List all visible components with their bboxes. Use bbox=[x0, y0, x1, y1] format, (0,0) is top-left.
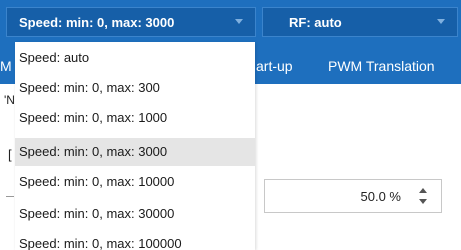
speed-range-select-value: Speed: min: 0, max: 3000 bbox=[19, 14, 175, 30]
speed-range-select[interactable]: Speed: min: 0, max: 3000 bbox=[6, 7, 256, 37]
partial-label: 'N bbox=[4, 93, 15, 107]
dropdown-option[interactable]: Speed: min: 0, max: 1000 bbox=[15, 104, 255, 132]
divider bbox=[6, 196, 14, 197]
partial-label: [ bbox=[8, 147, 12, 162]
dropdown-option-selected[interactable]: Speed: min: 0, max: 3000 bbox=[15, 138, 255, 166]
tab-startup[interactable]: art-up bbox=[256, 58, 293, 74]
tab-pwm-translation[interactable]: PWM Translation bbox=[328, 58, 435, 74]
tab-partial-left[interactable]: M bbox=[0, 58, 12, 74]
percent-spinbox[interactable]: 50.0 % bbox=[264, 179, 442, 213]
rf-select-value: RF: auto bbox=[289, 14, 342, 30]
chevron-down-icon bbox=[235, 19, 243, 24]
chevron-down-icon bbox=[437, 19, 445, 24]
dropdown-option[interactable]: Speed: min: 0, max: 100000 bbox=[15, 230, 255, 250]
dropdown-option[interactable]: Speed: min: 0, max: 30000 bbox=[15, 200, 255, 228]
spin-down-icon[interactable] bbox=[419, 199, 427, 204]
speed-range-dropdown: Speed: auto Speed: min: 0, max: 300 Spee… bbox=[15, 42, 255, 250]
app-window: Speed: min: 0, max: 3000 RF: auto M art-… bbox=[0, 0, 461, 250]
rf-select[interactable]: RF: auto bbox=[262, 7, 458, 37]
dropdown-option[interactable]: Speed: min: 0, max: 10000 bbox=[15, 168, 255, 196]
dropdown-option[interactable]: Speed: auto bbox=[15, 44, 255, 72]
percent-spinbox-value: 50.0 % bbox=[360, 189, 401, 204]
dropdown-option[interactable]: Speed: min: 0, max: 300 bbox=[15, 74, 255, 102]
spin-up-icon[interactable] bbox=[419, 188, 427, 193]
